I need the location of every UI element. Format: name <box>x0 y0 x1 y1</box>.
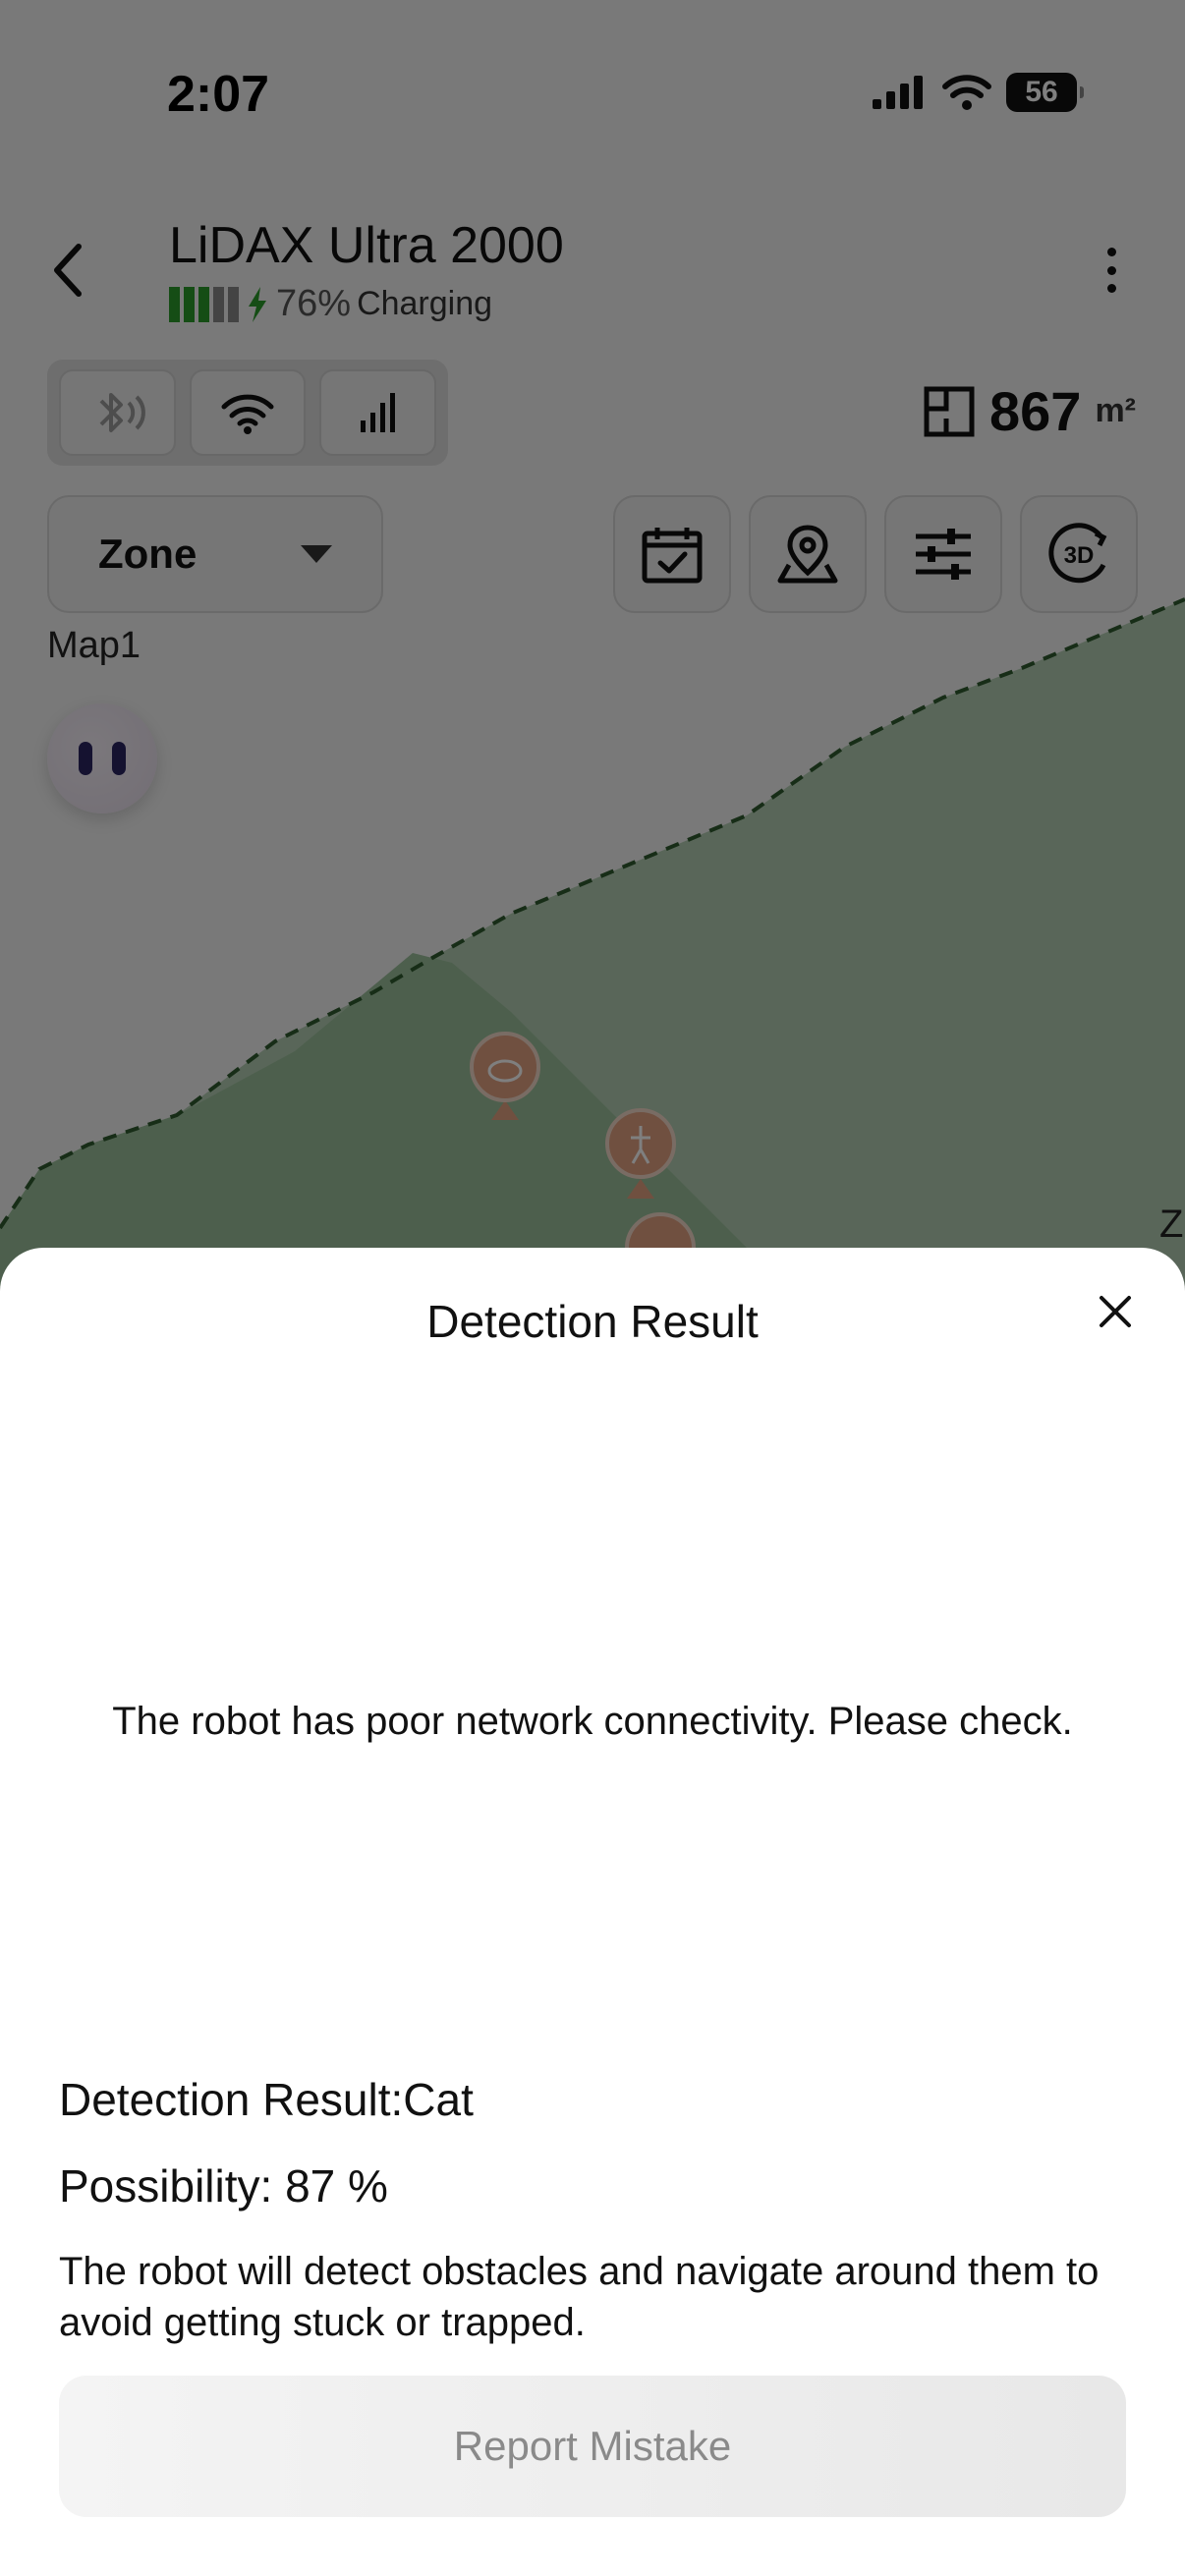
network-warning-text: The robot has poor network connectivity.… <box>112 1700 1073 1743</box>
modal-overlay[interactable] <box>0 0 1185 1297</box>
close-icon <box>1100 1296 1131 1327</box>
possibility-label: Possibility: 87 % <box>59 2160 388 2212</box>
close-button[interactable] <box>1081 1277 1150 1346</box>
sheet-title: Detection Result <box>426 1296 759 1347</box>
screen: 2:07 56 <box>0 0 1185 2576</box>
detection-description: The robot will detect obstacles and navi… <box>59 2250 1100 2344</box>
detection-result-sheet: Detection Result The robot has poor netw… <box>0 1248 1185 2576</box>
detection-result-label: Detection Result:Cat <box>59 2074 474 2125</box>
report-mistake-button[interactable]: Report Mistake <box>59 2376 1126 2517</box>
device-control-page: 2:07 56 <box>0 0 1185 1297</box>
